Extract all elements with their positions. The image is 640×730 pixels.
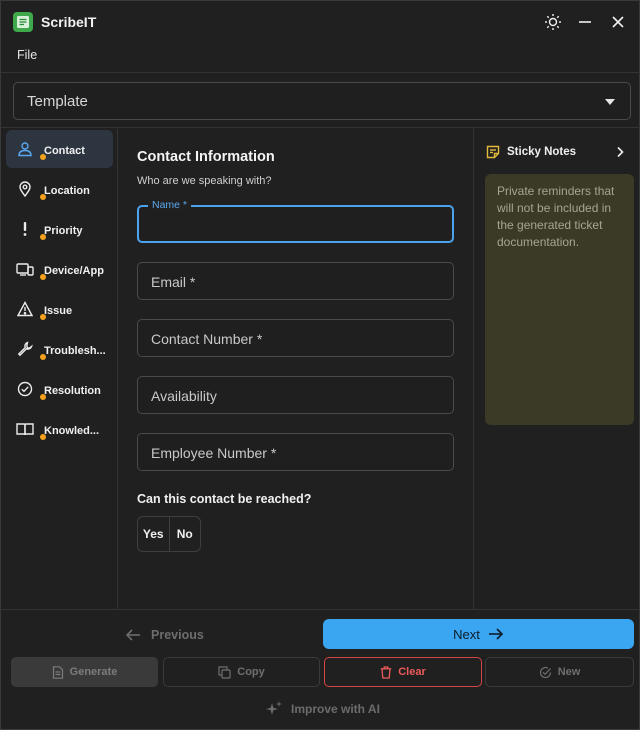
devices-icon [16, 260, 34, 278]
exclamation-icon [16, 220, 34, 238]
email-field[interactable]: Email * [137, 262, 454, 300]
sidebar-item-label: Location [44, 185, 90, 197]
person-icon [16, 140, 34, 158]
template-select[interactable]: Template [13, 82, 631, 120]
improve-label: Improve with AI [291, 702, 380, 716]
no-button[interactable]: No [168, 517, 201, 551]
email-field-label: Email * [151, 274, 196, 290]
contact-number-field-label: Contact Number * [151, 331, 263, 347]
sidebar-item-label: Resolution [44, 385, 101, 397]
warning-triangle-icon [16, 300, 34, 318]
name-field[interactable]: Name * [137, 199, 454, 243]
sun-icon [545, 14, 561, 30]
copy-icon [218, 665, 231, 679]
availability-field[interactable]: Availability [137, 376, 454, 414]
app-window: ScribeIT File Template Contact Location … [0, 0, 640, 730]
contact-number-field[interactable]: Contact Number * [137, 319, 454, 357]
sidebar-item-contact[interactable]: Contact [6, 130, 113, 168]
form-subtitle: Who are we speaking with? [137, 175, 272, 187]
sidebar-item-resolution[interactable]: Resolution [6, 370, 113, 408]
book-icon [16, 420, 34, 438]
next-button[interactable]: Next [323, 619, 634, 649]
availability-field-label: Availability [151, 388, 217, 404]
menu-file[interactable]: File [17, 48, 37, 62]
previous-label: Previous [151, 628, 204, 642]
caret-down-icon [605, 99, 615, 105]
clear-button[interactable]: Clear [324, 657, 482, 687]
arrow-right-icon [488, 628, 503, 640]
theme-toggle-button[interactable] [540, 9, 566, 35]
sidebar-item-priority[interactable]: Priority [6, 210, 113, 248]
sidebar-item-troubleshooting[interactable]: Troublesh... [6, 330, 113, 368]
sidebar-item-label: Priority [44, 225, 83, 237]
document-icon [52, 665, 63, 679]
sidebar-item-location[interactable]: Location [6, 170, 113, 208]
sidebar-item-label: Troublesh... [44, 345, 106, 357]
employee-number-field[interactable]: Employee Number * [137, 433, 454, 471]
generate-label: Generate [69, 666, 118, 678]
yes-button[interactable]: Yes [138, 517, 169, 551]
chevron-right-icon[interactable] [613, 145, 627, 159]
arrow-left-icon [125, 629, 140, 641]
new-label: New [557, 666, 581, 678]
previous-button[interactable]: Previous [125, 624, 204, 646]
close-button[interactable] [605, 9, 631, 35]
app-title: ScribeIT [41, 14, 97, 30]
reachable-toggle: Yes No [137, 516, 201, 552]
sparkles-icon [266, 701, 282, 715]
reach-question: Can this contact be reached? [137, 492, 312, 506]
sidebar-item-knowledge[interactable]: Knowled... [6, 410, 113, 448]
minimize-button[interactable] [572, 9, 598, 35]
new-check-icon [539, 666, 551, 678]
sidebar-item-label: Knowled... [44, 425, 99, 437]
title-bar: ScribeIT [1, 1, 640, 43]
new-button[interactable]: New [485, 657, 634, 687]
minimize-icon [579, 21, 591, 23]
employee-number-field-label: Employee Number * [151, 445, 277, 461]
trash-icon [381, 665, 392, 679]
name-field-label: Name * [148, 199, 192, 211]
sidebar-item-label: Issue [44, 305, 73, 317]
sidebar-item-device-app[interactable]: Device/App [6, 250, 113, 288]
copy-label: Copy [237, 666, 265, 678]
close-icon [612, 16, 624, 28]
copy-button[interactable]: Copy [163, 657, 320, 687]
sidebar-item-label: Contact [44, 145, 85, 157]
divider [1, 609, 640, 610]
sidebar-item-issue[interactable]: Issue [6, 290, 113, 328]
clear-label: Clear [398, 666, 426, 678]
check-circle-icon [16, 380, 34, 398]
location-pin-icon [16, 180, 34, 198]
template-select-value: Template [27, 93, 88, 110]
improve-with-ai-button[interactable]: Improve with AI [265, 700, 380, 718]
form-title: Contact Information [137, 149, 275, 165]
app-logo-icon [13, 12, 33, 32]
sidebar: Contact Location Priority Device/App Iss… [1, 128, 118, 610]
sticky-note-icon [486, 145, 500, 159]
sticky-note-textarea[interactable]: Private reminders that will not be inclu… [485, 174, 634, 425]
menu-bar: File [1, 43, 640, 73]
sidebar-item-label: Device/App [44, 265, 104, 277]
generate-button[interactable]: Generate [11, 657, 158, 687]
sticky-notes-title: Sticky Notes [507, 146, 577, 158]
next-label: Next [453, 626, 480, 642]
wrench-icon [16, 340, 34, 358]
